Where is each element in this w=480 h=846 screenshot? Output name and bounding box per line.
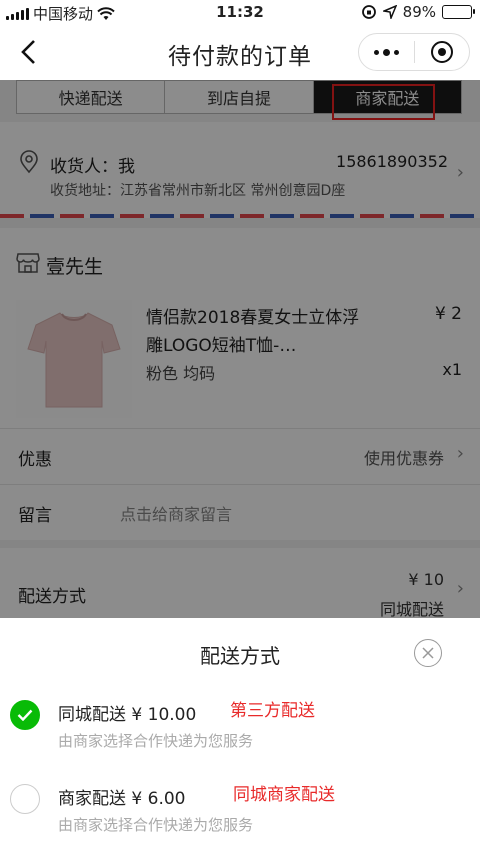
- option-name: 同城配送 ¥ 10.00: [58, 705, 197, 725]
- option-name: 商家配送 ¥ 6.00: [58, 789, 186, 809]
- annotation-note: 同城商家配送: [233, 785, 335, 805]
- radio-same-city[interactable]: [10, 700, 40, 730]
- checkmark-icon: [17, 709, 33, 721]
- target-circle-icon: [430, 41, 453, 63]
- option-desc: 由商家选择合作快递为您服务: [58, 732, 254, 750]
- battery-percent: 89%: [402, 3, 436, 21]
- location-arrow-icon: [382, 5, 397, 19]
- more-button[interactable]: [359, 34, 414, 70]
- sheet-title: 配送方式: [200, 644, 280, 668]
- delivery-sheet: 配送方式 同城配送 ¥ 10.00 由商家选择合作快递为您服务 第三方配送 商家…: [0, 618, 480, 846]
- battery-icon: [442, 5, 475, 19]
- more-dots-icon: [373, 48, 399, 56]
- annotation-note: 第三方配送: [230, 701, 315, 721]
- close-mini-program-button[interactable]: [415, 34, 470, 70]
- rotation-lock-icon: [361, 5, 376, 19]
- sheet-close-button[interactable]: [414, 639, 442, 667]
- status-bar: 中国移动 11:32 89%: [0, 0, 480, 24]
- mini-program-capsule: [358, 33, 470, 71]
- close-icon: [422, 647, 434, 659]
- option-merchant[interactable]: 商家配送 ¥ 6.00 由商家选择合作快递为您服务 同城商家配送: [0, 774, 480, 846]
- option-same-city[interactable]: 同城配送 ¥ 10.00 由商家选择合作快递为您服务 第三方配送: [0, 690, 480, 770]
- radio-merchant[interactable]: [10, 784, 40, 814]
- nav-bar: 待付款的订单: [0, 24, 480, 80]
- option-desc: 由商家选择合作快递为您服务: [58, 816, 254, 834]
- status-right: 89%: [361, 3, 475, 21]
